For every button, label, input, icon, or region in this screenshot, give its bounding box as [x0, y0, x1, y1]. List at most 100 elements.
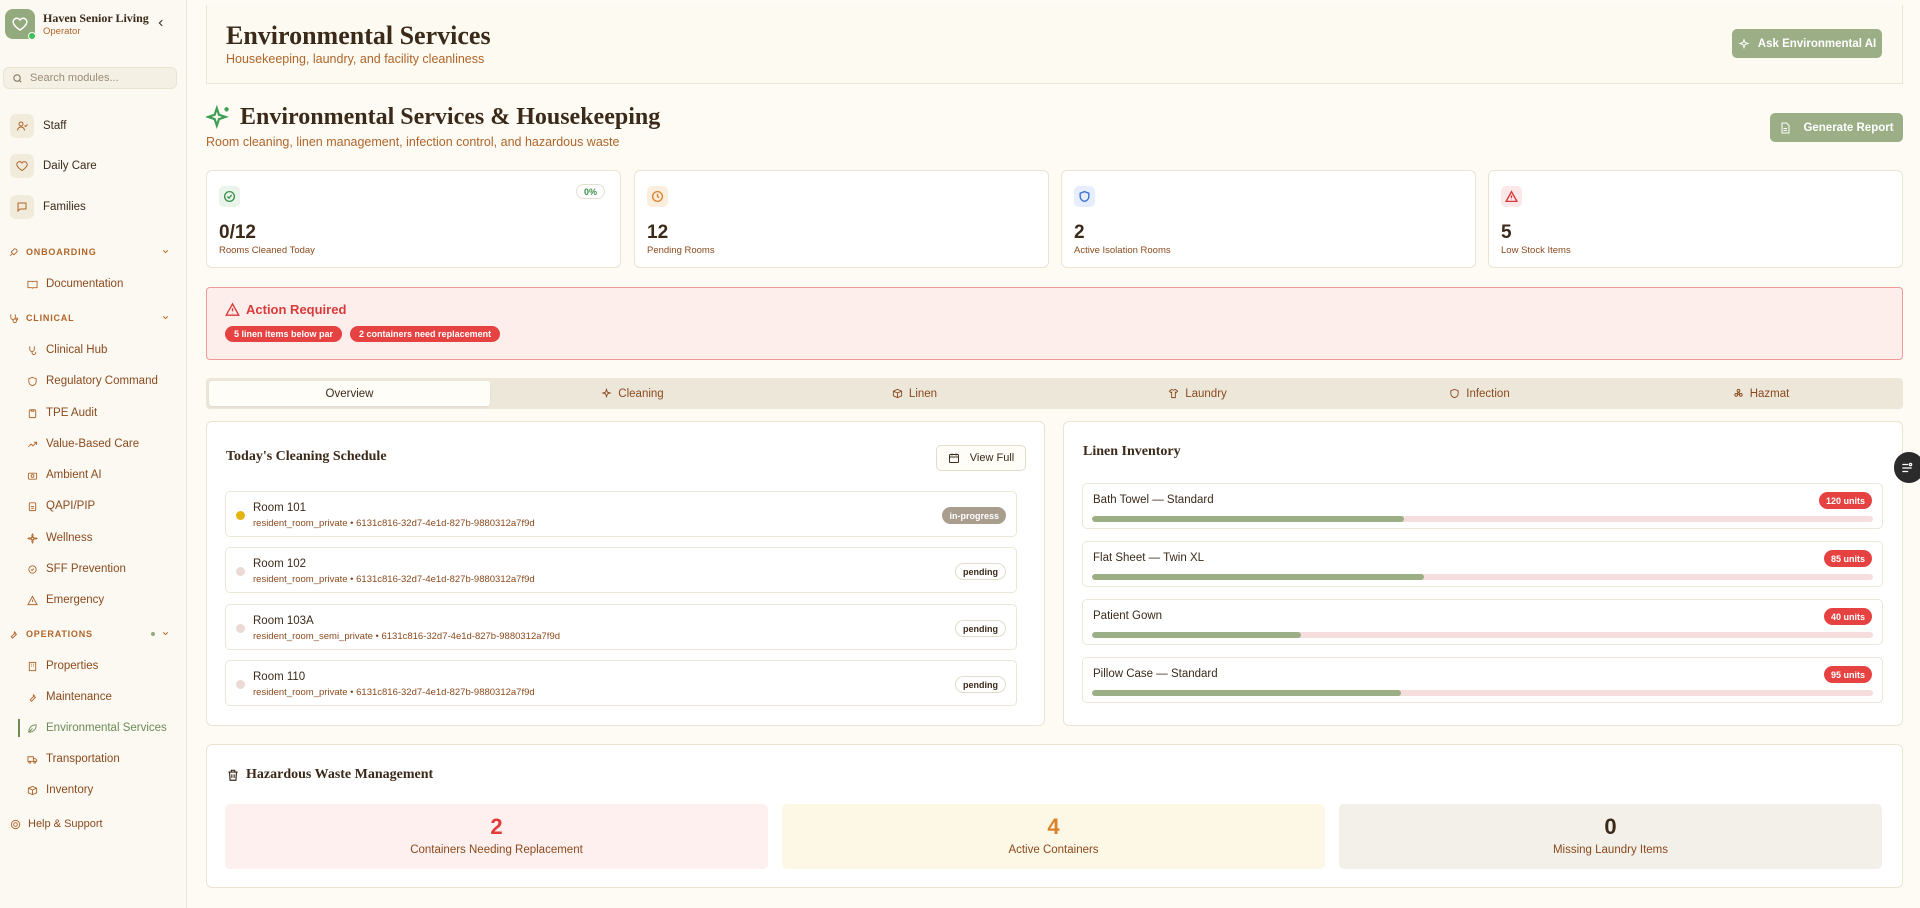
status-badge: in-progress — [942, 507, 1006, 524]
sidebar-item-inventory[interactable]: Inventory — [27, 781, 93, 799]
building-icon — [28, 661, 37, 671]
card-title: Hazardous Waste Management — [226, 767, 433, 783]
search-input[interactable]: Search modules... — [3, 67, 177, 89]
tab-cleaning[interactable]: Cleaning — [492, 381, 773, 406]
tab-hazmat[interactable]: Hazmat — [1621, 381, 1901, 406]
alert-badge-linen[interactable]: 5 linen items below par — [225, 326, 343, 342]
sidebar-item-ambient-ai[interactable]: Ambient AI — [27, 466, 102, 484]
section-title: OPERATIONS — [26, 629, 93, 639]
hazmat-box-active[interactable]: 4 Active Containers — [782, 804, 1325, 869]
message-icon — [10, 195, 34, 219]
status-dot — [236, 680, 245, 689]
tab-laundry[interactable]: Laundry — [1057, 381, 1338, 406]
sidebar-item-regulatory-command[interactable]: Regulatory Command — [27, 372, 158, 390]
sidebar-item-value-based-care[interactable]: Value-Based Care — [27, 435, 139, 453]
sidebar-item-families[interactable]: Families — [10, 195, 86, 219]
clock-icon — [647, 186, 668, 207]
linen-item[interactable]: Flat Sheet — Twin XL 85 units — [1082, 541, 1883, 587]
tab-label: Cleaning — [618, 387, 664, 400]
linen-item[interactable]: Pillow Case — Standard 95 units — [1082, 657, 1883, 703]
sidebar-item-sff-prevention[interactable]: SFF Prevention — [27, 560, 126, 578]
tab-infection[interactable]: Infection — [1339, 381, 1620, 406]
tab-label: Overview — [325, 387, 374, 400]
warning-icon — [225, 302, 240, 316]
calendar-icon — [948, 453, 959, 463]
sidebar-item-daily-care[interactable]: Daily Care — [10, 154, 97, 178]
clipboard-icon — [28, 501, 37, 511]
hazmat-label: Missing Laundry Items — [1552, 844, 1669, 856]
room-name: Room 102 — [253, 558, 307, 570]
room-row[interactable]: Room 110 resident_room_private • 6131c81… — [225, 660, 1017, 706]
book-icon — [27, 280, 38, 289]
ask-ai-button[interactable]: Ask Environmental AI — [1732, 29, 1882, 58]
status-dot — [236, 511, 245, 520]
user-icon — [10, 114, 34, 138]
stock-bar-fill — [1092, 516, 1405, 522]
section-title: CLINICAL — [26, 313, 75, 323]
hazmat-box-replacement[interactable]: 2 Containers Needing Replacement — [225, 804, 768, 869]
view-full-button[interactable]: View Full — [936, 445, 1026, 471]
sidebar-item-label: Ambient AI — [46, 469, 102, 481]
box-icon — [27, 785, 38, 795]
collapse-sidebar-button[interactable] — [153, 15, 169, 31]
chevron-down-icon — [162, 632, 169, 636]
sidebar-item-environmental-services[interactable]: Environmental Services — [27, 719, 167, 737]
sidebar-item-properties[interactable]: Properties — [27, 657, 98, 675]
biohazard-icon — [1734, 388, 1743, 397]
stat-percent-badge: 0% — [575, 184, 605, 199]
tab-linen[interactable]: Linen — [774, 381, 1055, 406]
alert-badge-containers[interactable]: 2 containers need replacement — [350, 326, 501, 342]
sidebar-item-clinical-hub[interactable]: Clinical Hub — [27, 341, 107, 359]
room-detail: resident_room_semi_private • 6131c816-32… — [253, 631, 561, 642]
wrench-icon — [10, 630, 18, 639]
section-operations[interactable]: OPERATIONS — [8, 627, 170, 641]
section-clinical[interactable]: CLINICAL — [8, 311, 170, 325]
sidebar-item-qapi-pip[interactable]: QAPI/PIP — [27, 497, 95, 515]
sidebar-item-maintenance[interactable]: Maintenance — [27, 688, 112, 706]
linen-item[interactable]: Patient Gown 40 units — [1082, 599, 1883, 645]
module-header: Environmental Services Housekeeping, lau… — [206, 5, 1903, 84]
hazmat-box-missing[interactable]: 0 Missing Laundry Items — [1339, 804, 1882, 869]
help-icon — [10, 819, 21, 829]
chevron-down-icon — [162, 250, 169, 254]
brand-name: Haven Senior Living — [43, 10, 149, 25]
room-row[interactable]: Room 103A resident_room_semi_private • 6… — [225, 604, 1017, 650]
linen-item[interactable]: Bath Towel — Standard 120 units — [1082, 483, 1883, 529]
floating-menu-button[interactable] — [1894, 452, 1920, 483]
help-support-link[interactable]: Help & Support — [10, 818, 103, 830]
units-badge: 40 units — [1823, 608, 1872, 625]
sidebar-item-label: Emergency — [46, 594, 105, 606]
generate-report-button[interactable]: Generate Report — [1770, 113, 1903, 142]
stat-label: Active Isolation Rooms — [1074, 245, 1171, 256]
sidebar-item-label: QAPI/PIP — [46, 500, 96, 512]
room-detail: resident_room_private • 6131c816-32d7-4e… — [253, 518, 535, 529]
room-row[interactable]: Room 102 resident_room_private • 6131c81… — [225, 547, 1017, 593]
sidebar-item-wellness[interactable]: Wellness — [27, 529, 92, 547]
active-indicator — [18, 719, 20, 737]
page-heading: Environmental Services & Housekeeping — [240, 104, 661, 130]
tab-overview[interactable]: Overview — [209, 381, 490, 406]
sidebar-item-documentation[interactable]: Documentation — [27, 275, 123, 293]
sidebar-item-label: Wellness — [46, 532, 93, 544]
search-placeholder: Search modules... — [30, 72, 119, 84]
online-status-dot — [28, 32, 36, 40]
document-icon — [1781, 122, 1790, 133]
sidebar-item-transportation[interactable]: Transportation — [27, 750, 120, 768]
sidebar-item-tpe-audit[interactable]: TPE Audit — [27, 404, 97, 422]
rocket-icon — [9, 247, 18, 256]
room-row[interactable]: Room 101 resident_room_private • 6131c81… — [225, 491, 1017, 537]
module-title: Environmental Services — [226, 21, 491, 50]
brand-role: Operator — [43, 25, 81, 37]
alert-title-text: Action Required — [246, 302, 347, 317]
stock-bar-fill — [1092, 632, 1301, 638]
units-badge: 95 units — [1823, 666, 1872, 683]
sidebar-item-staff[interactable]: Staff — [10, 114, 66, 138]
sidebar-item-label: Environmental Services — [46, 722, 167, 734]
stat-value: 12 — [647, 222, 669, 243]
linen-name: Flat Sheet — Twin XL — [1093, 552, 1205, 564]
action-required-alert: Action Required 5 linen items below par … — [206, 287, 1903, 360]
section-onboarding[interactable]: ONBOARDING — [8, 245, 170, 259]
brand[interactable]: Haven Senior Living Operator — [5, 9, 149, 40]
sidebar-item-label: Transportation — [46, 753, 120, 765]
sidebar-item-emergency[interactable]: Emergency — [27, 591, 104, 609]
